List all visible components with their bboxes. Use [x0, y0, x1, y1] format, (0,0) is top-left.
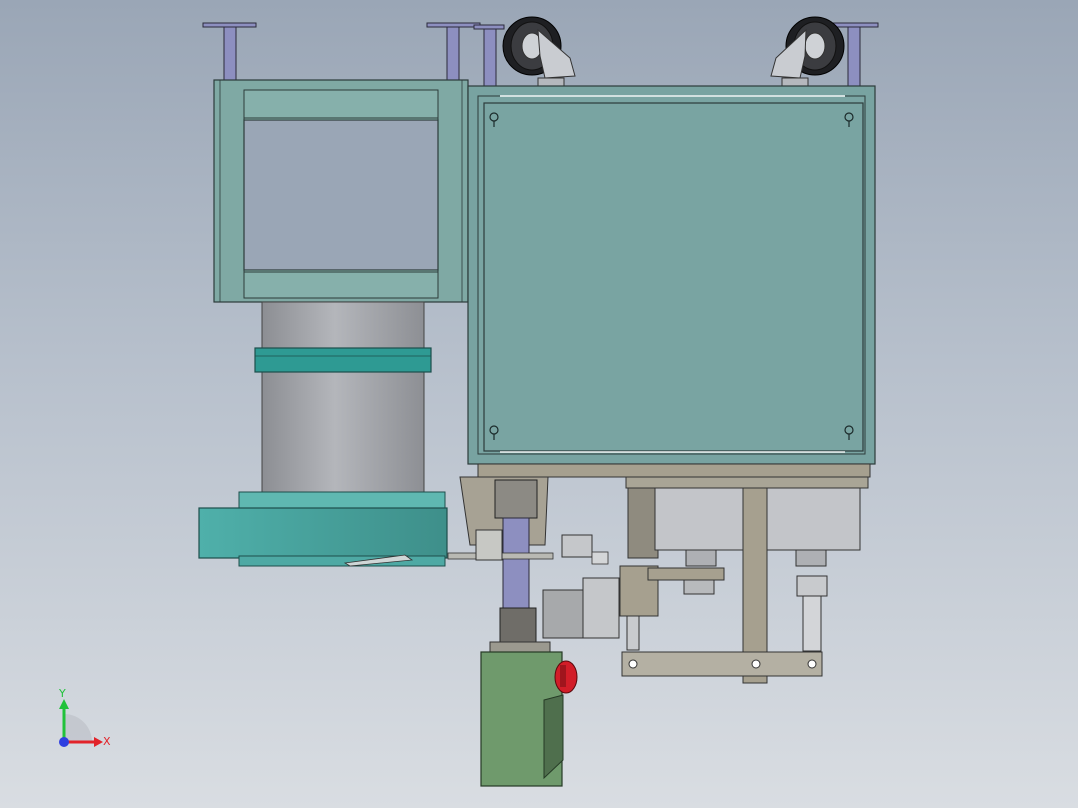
x-axis-label: X [103, 735, 111, 748]
assembly-drawing: Y X [58, 16, 879, 787]
coordinate-triad: Y X [58, 687, 111, 748]
y-axis-label: Y [58, 687, 66, 700]
leveling-foot-mid-right [473, 24, 505, 88]
column-base-flange [198, 491, 448, 567]
control-box[interactable] [480, 651, 578, 787]
caster-wheel-right [770, 16, 845, 87]
caster-wheel-left [502, 16, 576, 87]
leveling-foot-left [202, 22, 257, 81]
lower-crossbar [621, 651, 823, 677]
vertical-rod-assembly [447, 476, 554, 653]
upper-frame [213, 79, 469, 303]
electrical-cabinet [467, 85, 876, 489]
leveling-foot-mid-left [426, 22, 481, 81]
cad-viewport[interactable]: Y X [0, 0, 1078, 808]
column-cylinder [254, 301, 432, 498]
z-axis-dot [59, 737, 69, 747]
